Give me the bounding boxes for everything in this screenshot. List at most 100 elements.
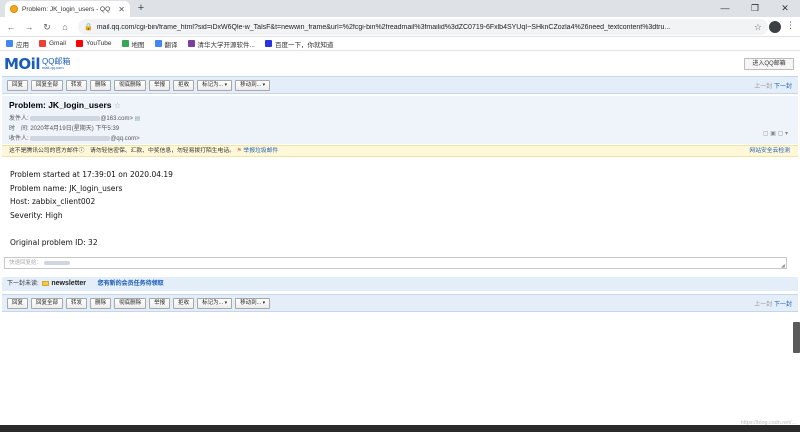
next-mail-link[interactable]: 下一封 [774,84,792,90]
mail-view-options: ▢ ▣ ▢ ▾ [763,130,788,137]
screen: Problem: JK_login_users - QQ ✕ + — ❐ ✕ ←… [0,0,800,432]
new-window-icon[interactable]: ▣ [770,131,776,137]
mail-pager: 上一封 下一封 [754,81,792,90]
contact-card-icon[interactable]: ▤ [135,116,141,122]
bookmark-tsinghua[interactable]: 清华大学开源软件... [187,39,255,49]
url-text: mail.qq.com/cgi-bin/frame_html?sid=iDxW6… [96,23,671,31]
bookmark-youtube[interactable]: YouTube [75,40,112,47]
prev-mail-link[interactable]: 上一封 [754,84,772,90]
bookmark-star-icon[interactable]: ☆ [754,22,762,33]
redacted-recipient [43,260,70,265]
mail-pager: 上一封 下一封 [754,299,792,308]
bookmark-maps[interactable]: 地图 [121,39,145,49]
back-icon[interactable]: ← [4,20,18,34]
delete-permanently-button[interactable]: 彻底删除 [114,297,147,309]
forward-button[interactable]: 转发 [66,297,88,309]
bookmark-gmail[interactable]: Gmail [39,40,66,47]
prev-mail-link[interactable]: 上一封 [754,302,772,308]
browser-tab-strip: Problem: JK_login_users - QQ ✕ + — ❐ ✕ [0,0,800,17]
maximize-icon[interactable]: ❐ [740,0,770,17]
next-unread-bar: 下一封未读: newsletter 您有新的会员任务待领取 [2,277,798,291]
mark-as-dropdown[interactable]: 标记为... [197,297,233,309]
taskbar-strip [0,425,800,432]
forward-icon[interactable]: → [22,20,36,34]
mail-action-toolbar-bottom: 回复 回复全部 转发 删除 彻底删除 举报 拒收 标记为... 移动到... 上… [2,294,798,312]
next-unread-link[interactable]: newsletter [51,280,86,287]
sender-row: 发件人: @163.com> ▤ [9,115,141,122]
web-security-link[interactable]: 网站安全云检测 [749,146,790,156]
profile-avatar[interactable] [769,21,781,33]
security-notice: 这不是腾讯公司的官方邮件ⓘ 请勿轻信密保、汇款、中奖信息，勿轻易拨打陌生电话。 … [2,145,798,157]
browser-menu-icon[interactable]: ⋮ [786,20,795,31]
print-icon[interactable]: ▢ [763,131,769,137]
logo-text: QQ邮箱 mail.qq.com [41,57,71,70]
layout-icon[interactable]: ▢ [778,131,784,137]
redacted-receiver [30,135,111,141]
receiver-row: 收件人: @qq.com> [9,135,140,142]
reply-button[interactable]: 回复 [7,297,29,309]
body-line: Severity: High [10,210,63,220]
body-line: Problem started at 17:39:01 on 2020.04.1… [10,170,173,179]
time-row: 时 间: 2020年4月19日(星期天) 下午5:39 [9,126,120,132]
forward-button[interactable]: 转发 [66,79,88,91]
reload-icon[interactable]: ↻ [40,20,54,34]
report-button[interactable]: 举报 [149,297,171,309]
maps-icon [121,40,129,47]
redacted-sender [30,115,101,121]
delete-permanently-button[interactable]: 彻底删除 [114,79,147,91]
new-tab-icon[interactable]: + [135,2,147,14]
tab-title: Problem: JK_login_users - QQ [22,5,111,13]
reply-button[interactable]: 回复 [7,79,29,91]
delete-button[interactable]: 删除 [90,297,112,309]
reject-button[interactable]: 拒收 [173,297,195,309]
reject-button[interactable]: 拒收 [173,79,195,91]
enter-qq-mail-button[interactable]: 进入QQ邮箱 [744,58,794,70]
translate-icon [154,40,162,47]
report-flag-icon: ⚑ [236,148,242,154]
bookmarks-bar: 应用 Gmail YouTube 地图 翻译 清华大学开源软件... 百度一下，… [0,37,800,51]
youtube-icon [75,40,83,47]
reply-all-button[interactable]: 回复全部 [31,297,64,309]
report-button[interactable]: 举报 [149,79,171,91]
quick-reply-input[interactable]: 快速回复给： [4,257,787,269]
folder-icon [42,280,50,286]
close-tab-icon[interactable]: ✕ [118,5,125,14]
gmail-icon [39,40,46,47]
body-blank-line [10,222,173,236]
mail-header: MOil QQ邮箱 mail.qq.com 进入QQ邮箱 [0,52,800,74]
browser-toolbar: ← → ↻ ⌂ 🔒 mail.qq.com/cgi-bin/frame_html… [0,17,800,37]
mail-body: Problem started at 17:39:01 on 2020.04.1… [10,168,173,249]
mail-subject: Problem: JK_login_users ☆ [9,100,122,110]
mark-as-dropdown[interactable]: 标记为... [197,79,233,91]
move-to-dropdown[interactable]: 移动到... [235,297,271,309]
scrollbar-thumb[interactable] [793,322,800,353]
tsinghua-icon [187,40,195,47]
body-line: Host: zabbix_client002 [10,197,96,206]
minimize-icon[interactable]: — [710,0,740,17]
resize-handle-icon[interactable]: ◢ [781,263,785,269]
baidu-paw-icon [264,40,272,47]
bookmark-translate[interactable]: 翻译 [154,39,178,49]
next-mail-link[interactable]: 下一封 [774,302,792,308]
qq-favicon-icon [10,5,18,13]
report-spam-link[interactable]: 举报垃圾邮件 [243,148,278,154]
delete-button[interactable]: 删除 [90,79,112,91]
move-to-dropdown[interactable]: 移动到... [235,79,271,91]
star-mail-icon[interactable]: ☆ [114,101,121,110]
mail-info-panel: Problem: JK_login_users ☆ 发件人: @163.com>… [2,96,798,144]
close-window-icon[interactable]: ✕ [770,0,800,17]
bookmark-apps[interactable]: 应用 [6,39,29,49]
address-bar[interactable]: 🔒 mail.qq.com/cgi-bin/frame_html?sid=iDx… [78,19,768,35]
bookmark-baidu[interactable]: 百度一下，你就知道 [264,39,333,49]
mail-action-toolbar-top: 回复 回复全部 转发 删除 彻底删除 举报 拒收 标记为... 移动到... 上… [2,76,798,94]
more-options-icon[interactable]: ▾ [785,131,788,137]
reply-all-button[interactable]: 回复全部 [31,79,64,91]
body-line: Problem name: JK_login_users [10,183,123,193]
apps-grid-icon [6,40,13,47]
body-line: Original problem ID: 32 [10,237,98,247]
member-task-link[interactable]: 您有新的会员任务待领取 [98,281,164,287]
browser-tab[interactable]: Problem: JK_login_users - QQ ✕ [5,1,130,17]
help-icon[interactable]: ⓘ [79,148,85,154]
qq-mail-logo[interactable]: MOil QQ邮箱 mail.qq.com [4,55,70,73]
home-icon[interactable]: ⌂ [58,20,72,34]
